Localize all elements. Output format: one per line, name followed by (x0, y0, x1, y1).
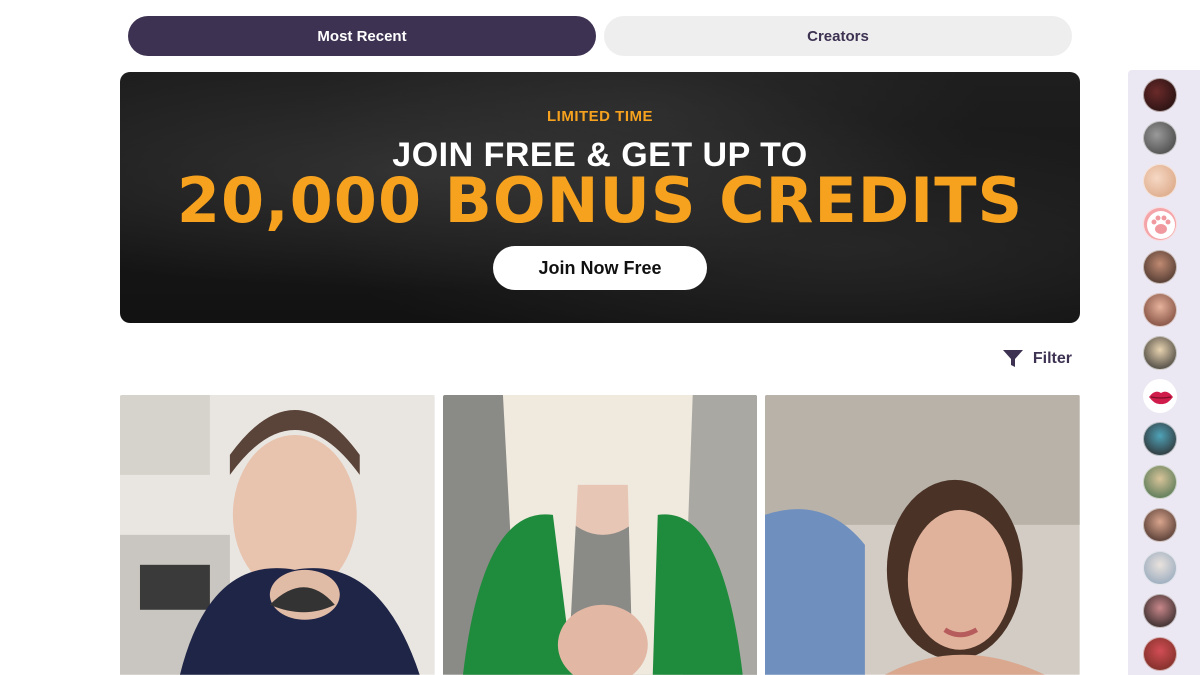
creator-card-2[interactable] (442, 395, 758, 675)
join-now-button[interactable]: Join Now Free (493, 246, 707, 290)
lips-icon (1149, 391, 1173, 405)
paw-icon (1147, 211, 1175, 239)
creator-grid (120, 395, 1080, 675)
creator-avatar-10[interactable] (1143, 465, 1177, 499)
creator-avatar-11[interactable] (1143, 508, 1177, 542)
banner-bonus-text: 20,000 BONUS CREDITS (176, 164, 1024, 237)
banner-eyebrow: LIMITED TIME (547, 108, 653, 125)
creator-sidebar (1128, 70, 1200, 675)
creator-avatar-2[interactable] (1143, 121, 1177, 155)
creator-photo (765, 395, 1080, 675)
creator-avatar-9[interactable] (1143, 422, 1177, 456)
creator-photo (442, 395, 758, 675)
creator-avatar-5[interactable] (1143, 250, 1177, 284)
paw-avatar[interactable] (1143, 207, 1177, 241)
tab-most-recent[interactable]: Most Recent (128, 16, 596, 56)
filter-label: Filter (1032, 350, 1072, 367)
promo-banner[interactable]: LIMITED TIME JOIN FREE & GET UP TO 20,00… (120, 72, 1080, 323)
creator-avatar-12[interactable] (1143, 551, 1177, 585)
funnel-icon (1002, 350, 1023, 367)
creator-avatar-1[interactable] (1143, 78, 1177, 112)
creator-avatar-6[interactable] (1143, 293, 1177, 327)
creator-avatar-7[interactable] (1143, 336, 1177, 370)
tab-creators[interactable]: Creators (604, 16, 1072, 56)
creator-card-3[interactable] (765, 395, 1080, 675)
lips-avatar[interactable] (1143, 379, 1177, 413)
filter-button[interactable]: Filter (1002, 346, 1072, 372)
creator-avatar-13[interactable] (1143, 594, 1177, 628)
creator-photo (120, 395, 435, 675)
creator-avatar-3[interactable] (1143, 164, 1177, 198)
creator-avatar-14[interactable] (1143, 637, 1177, 671)
creator-card-1[interactable] (120, 395, 435, 675)
feed-tabs: Most Recent Creators (128, 16, 1072, 56)
